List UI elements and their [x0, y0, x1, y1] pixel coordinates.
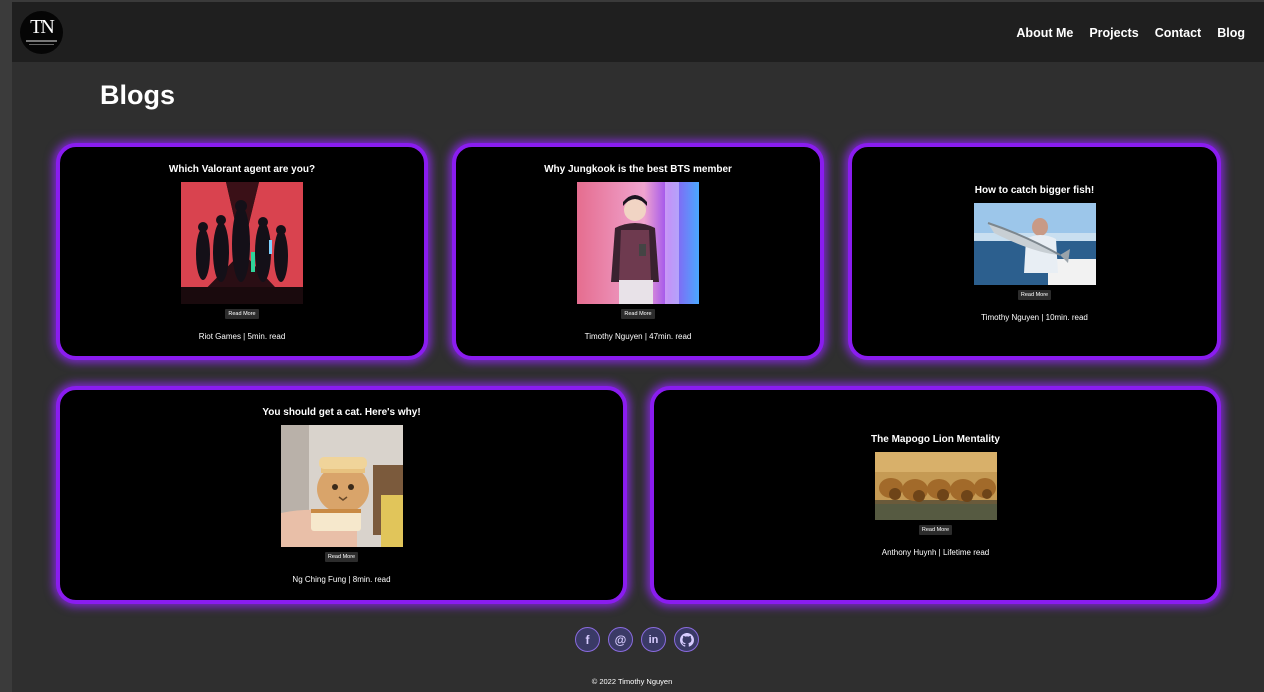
blog-card-fishing: How to catch bigger fish! Read More Timo…: [848, 143, 1221, 360]
blog-card-cat: You should get a cat. Here's why! Read M…: [56, 386, 627, 604]
nav-link-about-me[interactable]: About Me: [1016, 26, 1073, 40]
read-more-button[interactable]: Read More: [225, 309, 259, 319]
blog-card-valorant: Which Valorant agent are you? Read More …: [56, 143, 428, 360]
page-title: Blogs: [100, 80, 176, 110]
facebook-glyph: f: [585, 632, 590, 647]
logo-monogram: TN: [30, 16, 55, 38]
read-more-button[interactable]: Read More: [918, 525, 953, 535]
blog-card-meta: Anthony Huynh | Lifetime read: [881, 548, 990, 557]
blog-card-title: The Mapogo Lion Mentality: [871, 434, 1000, 445]
blog-card-title: Which Valorant agent are you?: [168, 164, 316, 175]
blog-card-meta: Ng Ching Fung | 8min. read: [292, 575, 391, 584]
blog-card-meta: Timothy Nguyen | 10min. read: [981, 313, 1088, 322]
blog-card-title: How to catch bigger fish!: [974, 185, 1095, 196]
email-icon[interactable]: @: [608, 627, 633, 652]
social-links: f @ in: [575, 627, 699, 652]
logo-tagline-line-2: [29, 44, 54, 45]
cat-bread-photo: [280, 425, 403, 547]
nav-link-blog[interactable]: Blog: [1217, 26, 1245, 40]
logo-tagline-line: [26, 40, 57, 42]
github-icon[interactable]: [674, 627, 699, 652]
blog-card-title: You should get a cat. Here's why!: [262, 407, 421, 418]
footer-copyright: © 2022 Timothy Nguyen: [591, 677, 673, 686]
fishing-photo: [973, 203, 1096, 285]
read-more-button[interactable]: Read More: [621, 309, 655, 319]
read-more-button[interactable]: Read More: [324, 552, 359, 562]
linkedin-glyph: in: [648, 633, 659, 646]
email-glyph: @: [614, 632, 627, 647]
nav-links: About Me Projects Contact Blog: [1016, 26, 1245, 40]
blog-card-title: Why Jungkook is the best BTS member: [544, 164, 732, 175]
facebook-icon[interactable]: f: [575, 627, 600, 652]
lions-drinking-photo: [874, 452, 997, 520]
linkedin-icon[interactable]: in: [641, 627, 666, 652]
read-more-button[interactable]: Read More: [1017, 290, 1052, 300]
jungkook-photo: [577, 182, 699, 304]
valorant-agents-image: [181, 182, 303, 304]
blog-card-meta: Timothy Nguyen | 47min. read: [584, 332, 692, 341]
site-logo[interactable]: TN: [20, 11, 63, 54]
blog-card-lions: The Mapogo Lion Mentality Read More Anth…: [650, 386, 1221, 604]
nav-link-projects[interactable]: Projects: [1089, 26, 1138, 40]
blog-card-meta: Riot Games | 5min. read: [198, 332, 286, 341]
blog-card-jungkook: Why Jungkook is the best BTS member Read…: [452, 143, 824, 360]
github-glyph: [679, 632, 694, 647]
top-navbar: TN About Me Projects Contact Blog: [12, 0, 1264, 62]
nav-link-contact[interactable]: Contact: [1155, 26, 1202, 40]
left-edge-strip: [0, 0, 12, 692]
